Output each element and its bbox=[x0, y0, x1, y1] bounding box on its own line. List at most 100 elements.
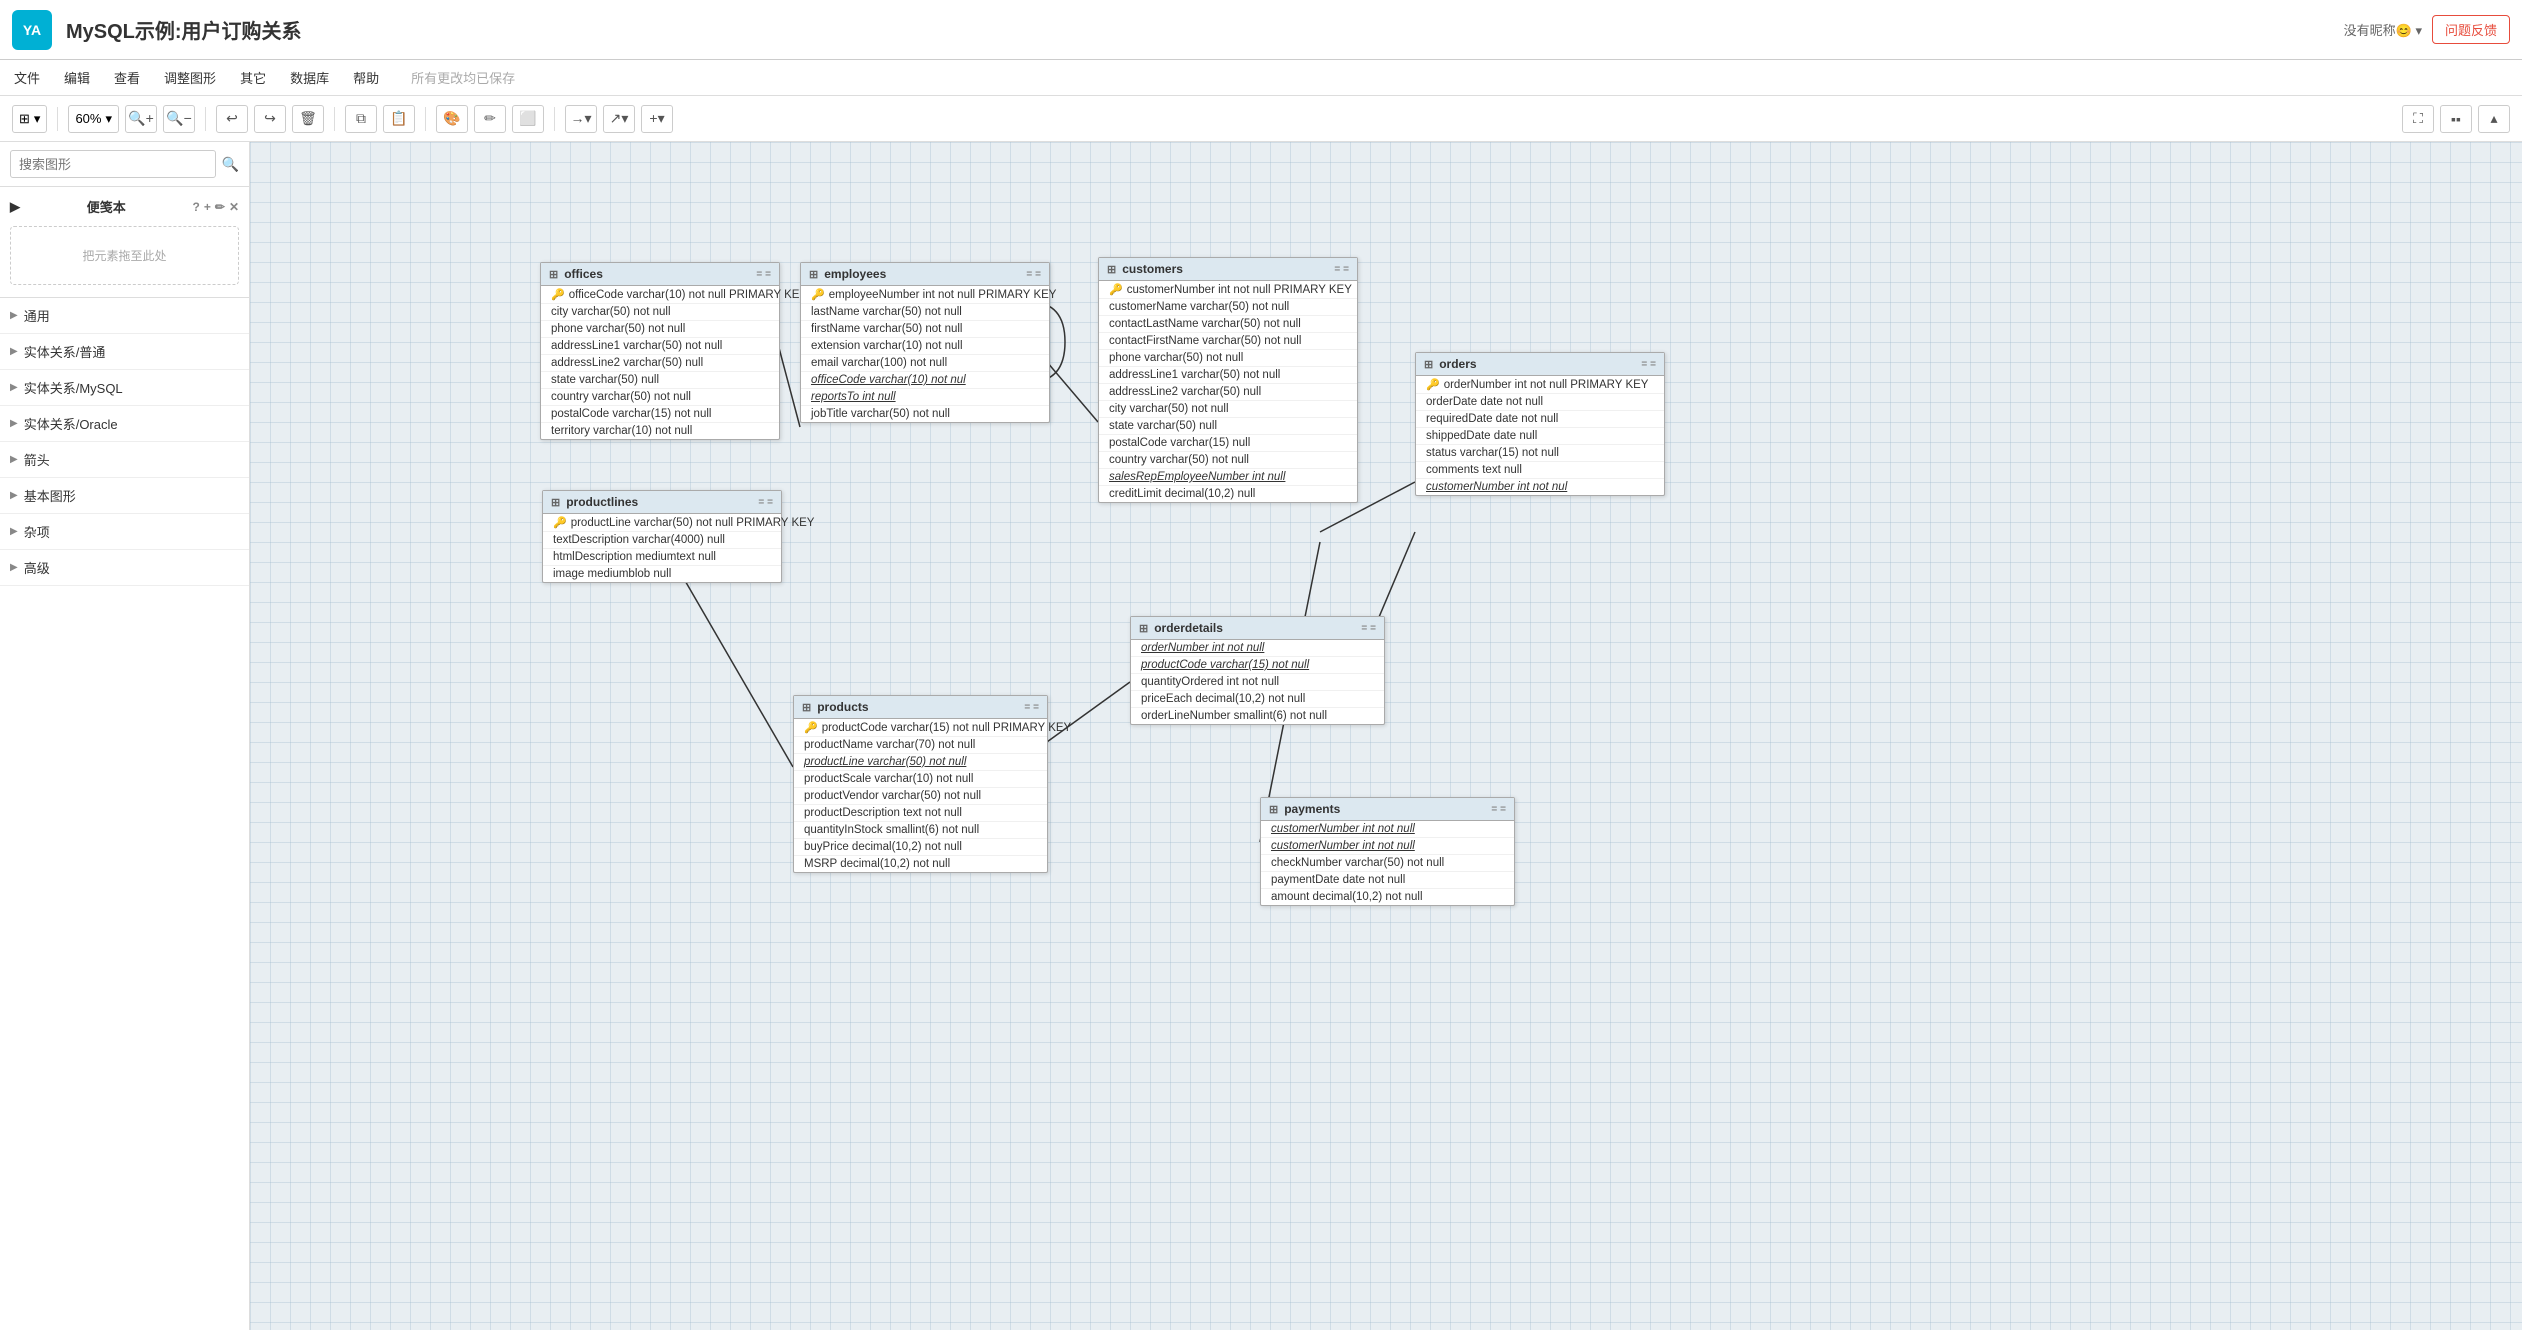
field-text: status varchar(15) not null bbox=[1426, 447, 1559, 459]
category-er-oracle-header[interactable]: ▶ 实体关系/Oracle bbox=[0, 406, 249, 441]
notepad-question-icon[interactable]: ? bbox=[193, 200, 200, 214]
separator-2 bbox=[205, 107, 206, 131]
resize-handle: == bbox=[756, 269, 771, 280]
line-button[interactable]: ✏ bbox=[474, 105, 506, 133]
field-text: orderDate date not null bbox=[1426, 396, 1543, 408]
menu-view[interactable]: 查看 bbox=[112, 64, 142, 91]
table-productlines[interactable]: ⊞ productlines == 🔑 productLine varchar(… bbox=[542, 490, 782, 583]
notepad-edit-icon[interactable]: ✏ bbox=[215, 200, 225, 214]
zoom-arrow: ▾ bbox=[105, 111, 112, 127]
category-arrows-header[interactable]: ▶ 箭头 bbox=[0, 442, 249, 477]
zoom-dropdown[interactable]: 60% ▾ bbox=[68, 105, 119, 133]
field-text: customerNumber int not null bbox=[1271, 840, 1415, 852]
resize-handle: == bbox=[1026, 269, 1041, 280]
table-customers[interactable]: ⊞ customers == 🔑 customerNumber int not … bbox=[1098, 257, 1358, 503]
collapse-button[interactable]: ▴ bbox=[2478, 105, 2510, 133]
arrow-icon: ▶ bbox=[10, 526, 18, 537]
table-orders[interactable]: ⊞ orders == 🔑 orderNumber int not null P… bbox=[1415, 352, 1665, 496]
layout-icon: ⊞ bbox=[19, 111, 30, 127]
table-products[interactable]: ⊞ products == 🔑 productCode varchar(15) … bbox=[793, 695, 1048, 873]
delete-button[interactable]: 🗑 bbox=[292, 105, 324, 133]
field-text: lastName varchar(50) not null bbox=[811, 306, 962, 318]
table-payments-title: payments bbox=[1284, 802, 1340, 816]
zoom-in-button[interactable]: 🔍+ bbox=[125, 105, 157, 133]
menu-other[interactable]: 其它 bbox=[238, 64, 268, 91]
field-text: city varchar(50) not null bbox=[1109, 403, 1229, 415]
table-payments[interactable]: ⊞ payments == customerNumber int not nul… bbox=[1260, 797, 1515, 906]
zoom-out-button[interactable]: 🔍− bbox=[163, 105, 195, 133]
search-input[interactable] bbox=[10, 150, 216, 178]
category-general-header[interactable]: ▶ 通用 bbox=[0, 298, 249, 333]
field-row: quantityInStock smallint(6) not null bbox=[794, 822, 1047, 839]
field-row: postalCode varchar(15) not null bbox=[541, 406, 779, 423]
category-arrows-label: 箭头 bbox=[24, 450, 50, 469]
primary-key-icon: 🔑 bbox=[811, 288, 825, 301]
category-misc-header[interactable]: ▶ 杂项 bbox=[0, 514, 249, 549]
field-text: checkNumber varchar(50) not null bbox=[1271, 857, 1444, 869]
field-row: state varchar(50) null bbox=[1099, 418, 1357, 435]
separator-4 bbox=[425, 107, 426, 131]
notepad-add-icon[interactable]: + bbox=[204, 200, 211, 214]
field-text: officeCode varchar(10) not nul bbox=[811, 374, 966, 386]
category-er-normal-header[interactable]: ▶ 实体关系/普通 bbox=[0, 334, 249, 369]
table-offices[interactable]: ⊞ offices == 🔑 officeCode varchar(10) no… bbox=[540, 262, 780, 440]
table-grid-icon: ⊞ bbox=[551, 496, 560, 509]
field-text: creditLimit decimal(10,2) null bbox=[1109, 488, 1255, 500]
field-row: image mediumblob null bbox=[543, 566, 781, 582]
category-er-mysql-header[interactable]: ▶ 实体关系/MySQL bbox=[0, 370, 249, 405]
field-row: quantityOrdered int not null bbox=[1131, 674, 1384, 691]
layout-dropdown[interactable]: ⊞ ▾ bbox=[12, 105, 47, 133]
main-layout: 🔍 ▶ 便笺本 ? + ✏ ✕ 把元素拖至此处 ▶ 通用 bbox=[0, 142, 2522, 1330]
menu-database[interactable]: 数据库 bbox=[288, 64, 331, 91]
user-name: 没有昵称😊 ▾ bbox=[2344, 20, 2422, 39]
feedback-button[interactable]: 问题反馈 bbox=[2432, 15, 2510, 44]
category-general: ▶ 通用 bbox=[0, 298, 249, 334]
title-bar: YA MySQL示例:用户订购关系 没有昵称😊 ▾ 问题反馈 bbox=[0, 0, 2522, 60]
table-grid-icon: ⊞ bbox=[802, 701, 811, 714]
panel-button[interactable]: ▪▪ bbox=[2440, 105, 2472, 133]
menu-help[interactable]: 帮助 bbox=[351, 64, 381, 91]
canvas-area[interactable]: ⊞ offices == 🔑 officeCode varchar(10) no… bbox=[250, 142, 2522, 1330]
category-advanced-header[interactable]: ▶ 高级 bbox=[0, 550, 249, 585]
copy-button[interactable]: ⧉ bbox=[345, 105, 377, 133]
category-basic-header[interactable]: ▶ 基本图形 bbox=[0, 478, 249, 513]
fullscreen-button[interactable]: ⛶ bbox=[2402, 105, 2434, 133]
field-row: shippedDate date null bbox=[1416, 428, 1664, 445]
add-button[interactable]: +▾ bbox=[641, 105, 673, 133]
paste-button[interactable]: 📋 bbox=[383, 105, 415, 133]
arrow2-button[interactable]: ↗▾ bbox=[603, 105, 635, 133]
field-text: city varchar(50) not null bbox=[551, 306, 671, 318]
field-text: productScale varchar(10) not null bbox=[804, 773, 973, 785]
field-text: requiredDate date not null bbox=[1426, 413, 1558, 425]
arrow1-button[interactable]: →▾ bbox=[565, 105, 597, 133]
shape-icon: ⬜ bbox=[519, 110, 536, 127]
menu-adjust[interactable]: 调整图形 bbox=[162, 64, 218, 91]
notepad-drop-zone: 把元素拖至此处 bbox=[10, 226, 239, 285]
field-row: extension varchar(10) not null bbox=[801, 338, 1049, 355]
fill-button[interactable]: 🎨 bbox=[436, 105, 468, 133]
resize-handle: == bbox=[1334, 264, 1349, 275]
table-orderdetails-header: ⊞ orderdetails == bbox=[1131, 617, 1384, 640]
undo-button[interactable]: ↩ bbox=[216, 105, 248, 133]
table-orderdetails[interactable]: ⊞ orderdetails == orderNumber int not nu… bbox=[1130, 616, 1385, 725]
shape-button[interactable]: ⬜ bbox=[512, 105, 544, 133]
table-grid-icon: ⊞ bbox=[1424, 358, 1433, 371]
field-text: firstName varchar(50) not null bbox=[811, 323, 962, 335]
resize-handle: == bbox=[1361, 623, 1376, 634]
notepad-header[interactable]: ▶ 便笺本 ? + ✏ ✕ bbox=[10, 193, 239, 220]
table-employees[interactable]: ⊞ employees == 🔑 employeeNumber int not … bbox=[800, 262, 1050, 423]
field-text: productCode varchar(15) not null PRIMARY… bbox=[822, 722, 1072, 734]
delete-icon: 🗑 bbox=[299, 110, 317, 127]
resize-handle: == bbox=[1024, 702, 1039, 713]
table-grid-icon: ⊞ bbox=[549, 268, 558, 281]
table-productlines-title: productlines bbox=[566, 495, 638, 509]
field-row: 🔑 orderNumber int not null PRIMARY KEY bbox=[1416, 376, 1664, 394]
add-icon: +▾ bbox=[649, 110, 664, 127]
table-orders-header: ⊞ orders == bbox=[1416, 353, 1664, 376]
redo-button[interactable]: ↪ bbox=[254, 105, 286, 133]
primary-key-icon: 🔑 bbox=[1109, 283, 1123, 296]
field-text: productCode varchar(15) not null bbox=[1141, 659, 1309, 671]
menu-edit[interactable]: 编辑 bbox=[62, 64, 92, 91]
notepad-close-icon[interactable]: ✕ bbox=[229, 200, 239, 214]
menu-file[interactable]: 文件 bbox=[12, 64, 42, 91]
